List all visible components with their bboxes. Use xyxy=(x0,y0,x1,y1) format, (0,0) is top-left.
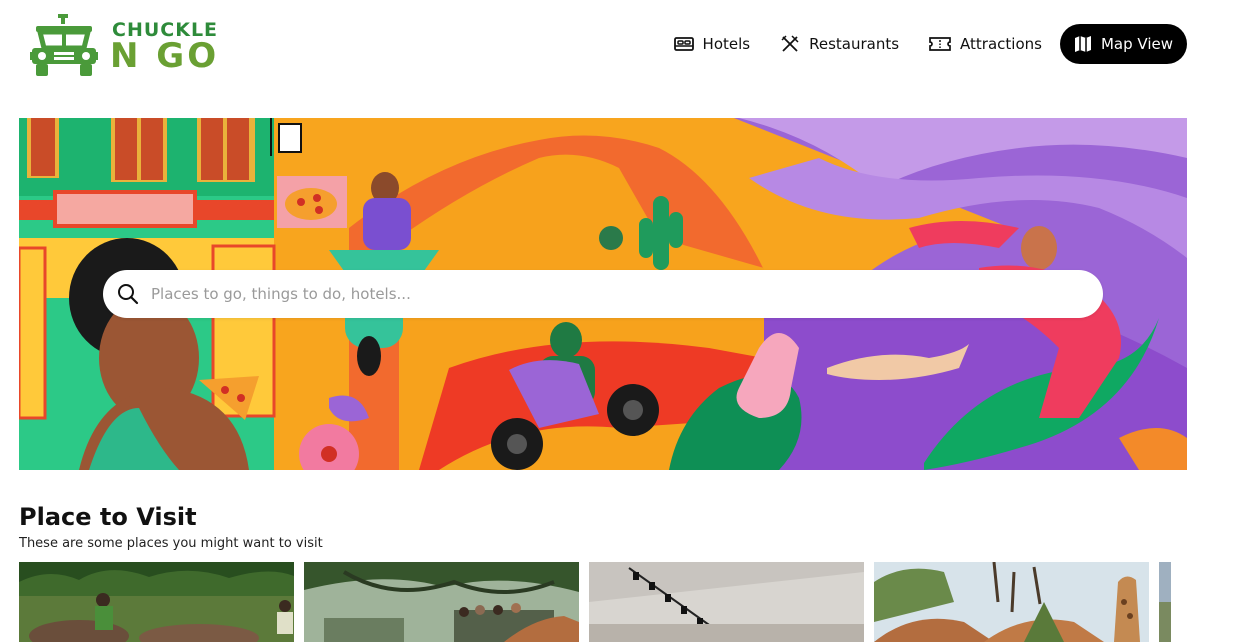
search-input[interactable] xyxy=(151,285,1051,303)
search-bar[interactable] xyxy=(103,270,1103,318)
place-photo-giraffes xyxy=(874,562,1149,642)
place-card[interactable] xyxy=(19,562,294,642)
place-card[interactable] xyxy=(874,562,1149,642)
place-photo-partial xyxy=(1159,562,1171,642)
place-photo-elephants xyxy=(19,562,294,642)
nav-hotels-label: Hotels xyxy=(702,35,751,53)
nav-attractions[interactable]: Attractions xyxy=(917,24,1054,64)
hero-banner xyxy=(19,118,1187,470)
utensils-icon xyxy=(781,35,799,52)
place-photo-giraffe-crowd xyxy=(304,562,579,642)
section-subtitle: These are some places you might want to … xyxy=(19,536,323,551)
place-card[interactable] xyxy=(589,562,864,642)
map-icon xyxy=(1074,36,1091,52)
header: CHUCKLE N GO Hotels Restaurants Attracti… xyxy=(0,0,1241,100)
jeep-logo-icon xyxy=(30,14,98,76)
search-icon xyxy=(118,284,139,305)
nav-map-view-label: Map View xyxy=(1100,35,1173,53)
nav-restaurants-label: Restaurants xyxy=(809,35,900,53)
place-card[interactable] xyxy=(1159,562,1171,642)
main-nav: Hotels Restaurants Attractions Map View xyxy=(656,24,1187,64)
nav-hotels[interactable]: Hotels xyxy=(662,24,763,64)
nav-restaurants[interactable]: Restaurants xyxy=(768,24,911,64)
place-card[interactable] xyxy=(304,562,579,642)
bed-icon xyxy=(673,37,694,51)
brand-name-bottom: N GO xyxy=(110,36,220,76)
nav-map-view[interactable]: Map View xyxy=(1059,24,1187,64)
place-photo-gallery xyxy=(589,562,864,642)
brand-logo[interactable]: CHUCKLE N GO xyxy=(30,14,270,80)
section-title: Place to Visit xyxy=(19,503,197,531)
ticket-icon xyxy=(929,37,951,51)
places-list xyxy=(19,562,1181,642)
nav-attractions-label: Attractions xyxy=(960,35,1042,53)
